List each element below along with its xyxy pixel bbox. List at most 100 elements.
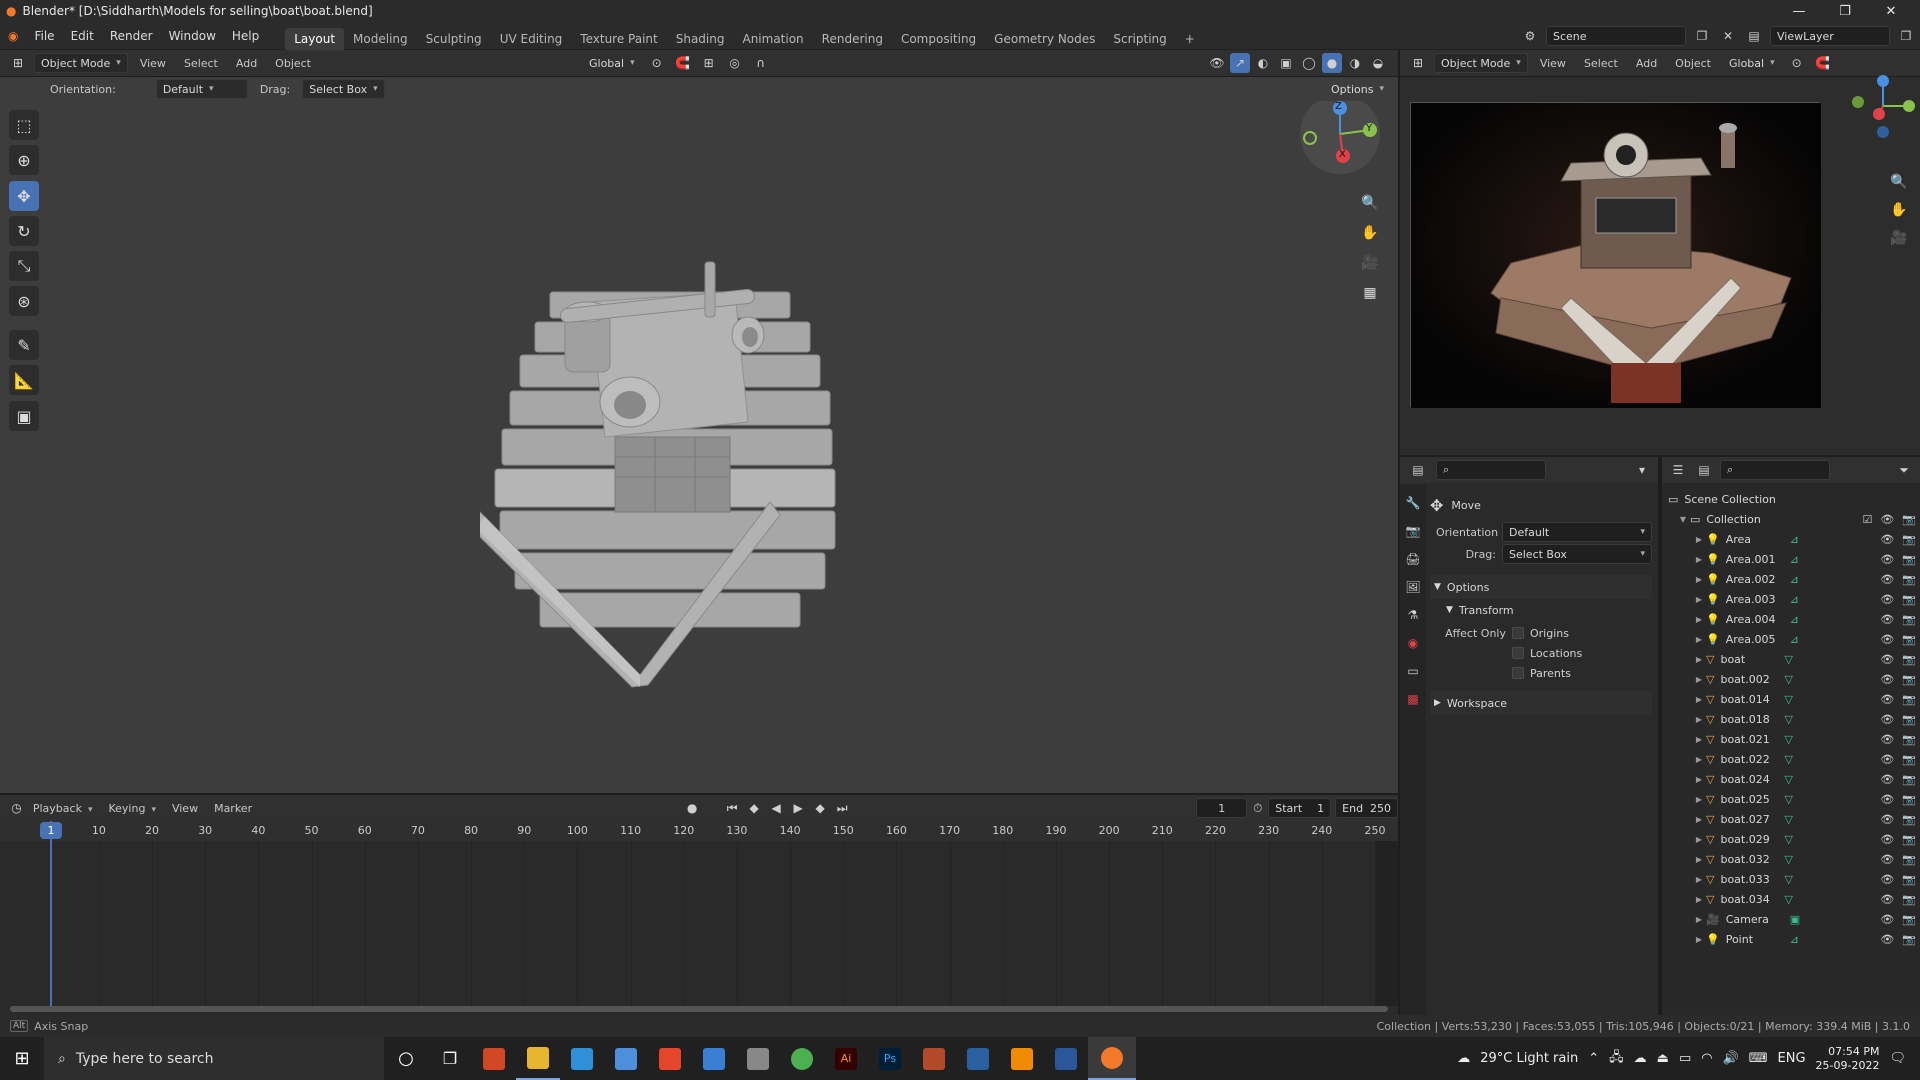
solid-shading-icon[interactable]: ●	[1322, 53, 1342, 73]
parents-checkbox[interactable]	[1512, 667, 1524, 679]
jump-end-icon[interactable]: ⏭	[832, 798, 852, 818]
properties-options-icon[interactable]: ▾	[1632, 460, 1652, 480]
minimize-button[interactable]: —	[1776, 0, 1822, 22]
preview-orientation-dropdown[interactable]: Global	[1723, 53, 1781, 73]
cortana-icon[interactable]: ○	[384, 1037, 428, 1080]
expand-arrow-icon[interactable]: ▶	[1692, 815, 1706, 824]
expand-arrow-icon[interactable]: ▶	[1692, 595, 1706, 604]
expand-arrow-icon[interactable]: ▶	[1692, 915, 1706, 924]
locations-checkbox[interactable]	[1512, 647, 1524, 659]
properties-editor-type-icon[interactable]: ▤	[1408, 460, 1428, 480]
expand-arrow-icon[interactable]: ▼	[1676, 515, 1690, 524]
marker-menu[interactable]: Marker	[208, 802, 258, 815]
chrome-icon[interactable]	[780, 1037, 824, 1080]
current-frame-field[interactable]: 1	[1196, 798, 1248, 818]
wireframe-shading-icon[interactable]: ◯	[1299, 53, 1319, 73]
outliner-item[interactable]: ▶ ▽ boat.021 ▽ 👁 📷	[1662, 729, 1920, 749]
outliner-item[interactable]: ▶ ▽ boat.002 ▽ 👁 📷	[1662, 669, 1920, 689]
end-frame-field[interactable]: End 250	[1335, 798, 1399, 818]
menu-window[interactable]: Window	[161, 22, 224, 50]
gizmo-toggle-icon[interactable]: ↗	[1230, 53, 1250, 73]
menu-object[interactable]: Object	[269, 57, 317, 70]
eye-icon[interactable]: 👁	[1880, 673, 1894, 686]
preview-camera-icon[interactable]: 🎥	[1886, 225, 1912, 251]
wifi-icon[interactable]: ◠	[1701, 1051, 1712, 1066]
annotate-tool-icon[interactable]: ✎	[9, 330, 39, 360]
tab-uv-editing[interactable]: UV Editing	[491, 28, 572, 50]
falloff-icon[interactable]: ∩	[751, 53, 771, 73]
add-workspace-button[interactable]: +	[1176, 28, 1204, 50]
playhead-frame-badge[interactable]: 1	[40, 822, 62, 839]
view-layer-icon[interactable]: ▤	[1744, 26, 1764, 46]
eye-icon[interactable]: 👁	[1880, 653, 1894, 666]
tray-overflow-icon[interactable]: ⌃	[1588, 1051, 1599, 1066]
preview-menu-add[interactable]: Add	[1630, 57, 1663, 70]
outliner-item[interactable]: ▶ ▽ boat.024 ▽ 👁 📷	[1662, 769, 1920, 789]
volume-icon[interactable]: 🔊	[1723, 1051, 1739, 1066]
perspective-grid-icon[interactable]: ▦	[1357, 280, 1383, 306]
expand-arrow-icon[interactable]: ▶	[1692, 735, 1706, 744]
mode-dropdown[interactable]: Object Mode	[34, 53, 128, 73]
expand-arrow-icon[interactable]: ▶	[1692, 895, 1706, 904]
expand-arrow-icon[interactable]: ▶	[1692, 715, 1706, 724]
eye-icon[interactable]: 👁	[1880, 893, 1894, 906]
tab-rendering[interactable]: Rendering	[813, 28, 892, 50]
file-explorer-icon[interactable]	[516, 1037, 560, 1080]
eye-icon[interactable]: 👁	[1880, 733, 1894, 746]
texture-tab-icon[interactable]: ▩	[1403, 689, 1423, 709]
expand-arrow-icon[interactable]: ▶	[1692, 555, 1706, 564]
outliner-item[interactable]: ▶ ▽ boat.027 ▽ 👁 📷	[1662, 809, 1920, 829]
navigation-gizmo[interactable]: Z Y X	[1300, 94, 1380, 174]
tab-layout[interactable]: Layout	[285, 27, 345, 50]
material-shading-icon[interactable]: ◑	[1345, 53, 1365, 73]
camera-view-icon[interactable]: 🎥	[1357, 250, 1383, 276]
rotate-tool-icon[interactable]: ↻	[9, 216, 39, 246]
outliner-item[interactable]: ▶ 💡 Area.003 ⊿ 👁 📷	[1662, 589, 1920, 609]
render-camera-icon[interactable]: 📷	[1902, 593, 1916, 606]
outliner-editor-type-icon[interactable]: ☰	[1668, 460, 1688, 480]
office-icon[interactable]	[648, 1037, 692, 1080]
preview-menu-view[interactable]: View	[1534, 57, 1572, 70]
eye-icon[interactable]: 👁	[1880, 593, 1894, 606]
render-camera-icon[interactable]: 📷	[1902, 733, 1916, 746]
prev-keyframe-icon[interactable]: ◆	[744, 798, 764, 818]
render-camera-icon[interactable]: 📷	[1902, 913, 1916, 926]
stopwatch-icon[interactable]: ⏱	[1251, 798, 1264, 818]
expand-arrow-icon[interactable]: ▶	[1692, 855, 1706, 864]
prop-orientation-dropdown[interactable]: Default	[1502, 522, 1652, 542]
eye-icon[interactable]: 👁	[1880, 713, 1894, 726]
pivot-icon[interactable]: ⊙	[647, 53, 667, 73]
zoom-icon[interactable]: 🔍	[1357, 190, 1383, 216]
render-camera-icon[interactable]: 📷	[1902, 533, 1916, 546]
preview-zoom-button[interactable]: 🔍	[1886, 169, 1912, 195]
menu-select[interactable]: Select	[178, 57, 224, 70]
start-frame-field[interactable]: Start 1	[1268, 798, 1332, 818]
menu-view[interactable]: View	[134, 57, 172, 70]
outliner-item[interactable]: ▶ ▽ boat.014 ▽ 👁 📷	[1662, 689, 1920, 709]
taskbar-search-box[interactable]: ⌕ Type here to search	[44, 1037, 384, 1080]
preview-pan-hand-icon[interactable]: ✋	[1886, 197, 1912, 223]
app-blue-icon[interactable]	[692, 1037, 736, 1080]
blender-taskbar-icon[interactable]	[1088, 1037, 1136, 1080]
render-camera-icon[interactable]: 📷	[1902, 553, 1916, 566]
playback-menu[interactable]: Playback	[27, 802, 99, 815]
menu-help[interactable]: Help	[224, 22, 267, 50]
render-camera-icon[interactable]: 📷	[1902, 813, 1916, 826]
tab-animation[interactable]: Animation	[733, 28, 812, 50]
world-tab-icon[interactable]: ◉	[1403, 633, 1423, 653]
timeline-area[interactable]: 10 20 30 40 50 60 70 80 90 100 110 120 130 140 150 160 1…	[0, 821, 1398, 1015]
pan-hand-icon[interactable]: ✋	[1357, 220, 1383, 246]
render-camera-icon[interactable]: 📷	[1902, 753, 1916, 766]
remove-scene-icon[interactable]: ✕	[1718, 26, 1738, 46]
view-layer-field[interactable]: ViewLayer	[1770, 26, 1890, 46]
render-camera-icon[interactable]: 📷	[1902, 773, 1916, 786]
outliner-item[interactable]: ▶ 💡 Area.001 ⊿ 👁 📷	[1662, 549, 1920, 569]
eye-icon[interactable]: 👁	[1880, 813, 1894, 826]
preview-zoom-icon[interactable]	[1487, 100, 1513, 126]
tab-geometry-nodes[interactable]: Geometry Nodes	[985, 28, 1104, 50]
powerpoint-icon[interactable]	[472, 1037, 516, 1080]
render-camera-icon[interactable]: 📷	[1902, 853, 1916, 866]
scene-tab-icon[interactable]: ⚗	[1403, 605, 1423, 625]
expand-arrow-icon[interactable]: ▶	[1692, 655, 1706, 664]
render-camera-icon[interactable]: 📷	[1902, 793, 1916, 806]
